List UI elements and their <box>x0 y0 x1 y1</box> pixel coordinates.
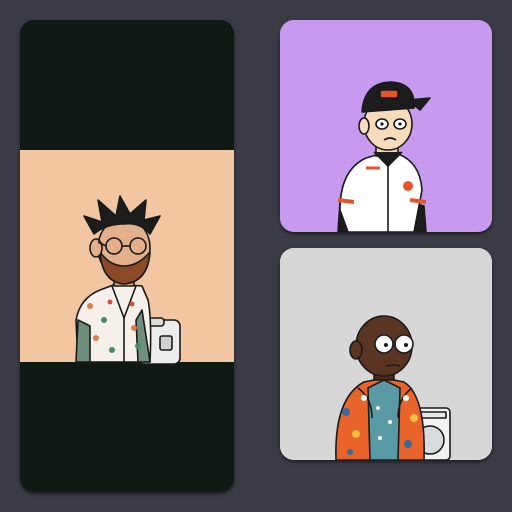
portrait-card-bearded-man[interactable] <box>20 20 234 492</box>
portrait-card-baseball-player[interactable] <box>280 20 492 232</box>
bearded-man-illustration <box>20 20 234 492</box>
gallery-grid <box>0 0 512 512</box>
bald-man-illustration <box>280 248 492 460</box>
baseball-player-illustration <box>280 20 492 232</box>
portrait-card-bald-man[interactable] <box>280 248 492 460</box>
